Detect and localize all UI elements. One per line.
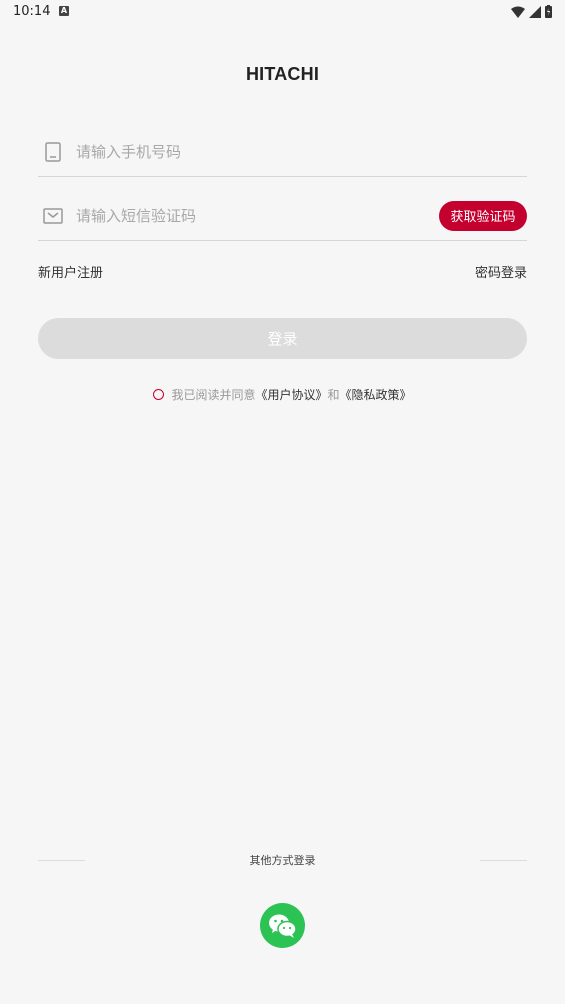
- register-link[interactable]: 新用户注册: [38, 262, 103, 282]
- mail-icon: [42, 205, 64, 227]
- status-icons: [511, 5, 552, 18]
- link-row: 新用户注册 密码登录: [38, 262, 527, 282]
- agreement-row: 我已阅读并同意 《用户协议》 和 《隐私政策》: [0, 386, 565, 403]
- login-screen: 10:14 A HITACHI 获取验证码 新用户注册 密码登录 登录 我已阅读…: [0, 0, 565, 1004]
- wifi-icon: [511, 6, 525, 18]
- signal-icon: [529, 5, 541, 18]
- a-icon: A: [59, 6, 69, 16]
- status-time: 10:14: [13, 4, 51, 19]
- divider-left: [38, 859, 85, 861]
- wechat-login-button[interactable]: [260, 903, 305, 948]
- other-login-row: 其他方式登录: [38, 852, 527, 868]
- phone-icon: [42, 141, 64, 163]
- agreement-prefix: 我已阅读并同意: [171, 388, 256, 402]
- agreement-and: 和: [327, 388, 340, 402]
- divider-right: [480, 859, 527, 861]
- login-button[interactable]: 登录: [38, 318, 527, 359]
- wechat-icon: [268, 914, 297, 938]
- code-field-row: 获取验证码: [38, 191, 527, 241]
- phone-field-row: [38, 127, 527, 177]
- sms-code-input[interactable]: [76, 206, 439, 225]
- battery-icon: [545, 5, 552, 18]
- user-agreement-link[interactable]: 《用户协议》: [255, 386, 327, 403]
- get-code-button[interactable]: 获取验证码: [439, 200, 527, 231]
- agree-radio[interactable]: [153, 389, 165, 400]
- hitachi-logo: HITACHI: [245, 64, 320, 84]
- phone-input[interactable]: [76, 142, 527, 161]
- other-login-label: 其他方式登录: [249, 854, 316, 867]
- password-login-link[interactable]: 密码登录: [475, 262, 527, 282]
- status-bar: 10:14 A: [0, 0, 565, 24]
- privacy-policy-link[interactable]: 《隐私政策》: [340, 386, 412, 403]
